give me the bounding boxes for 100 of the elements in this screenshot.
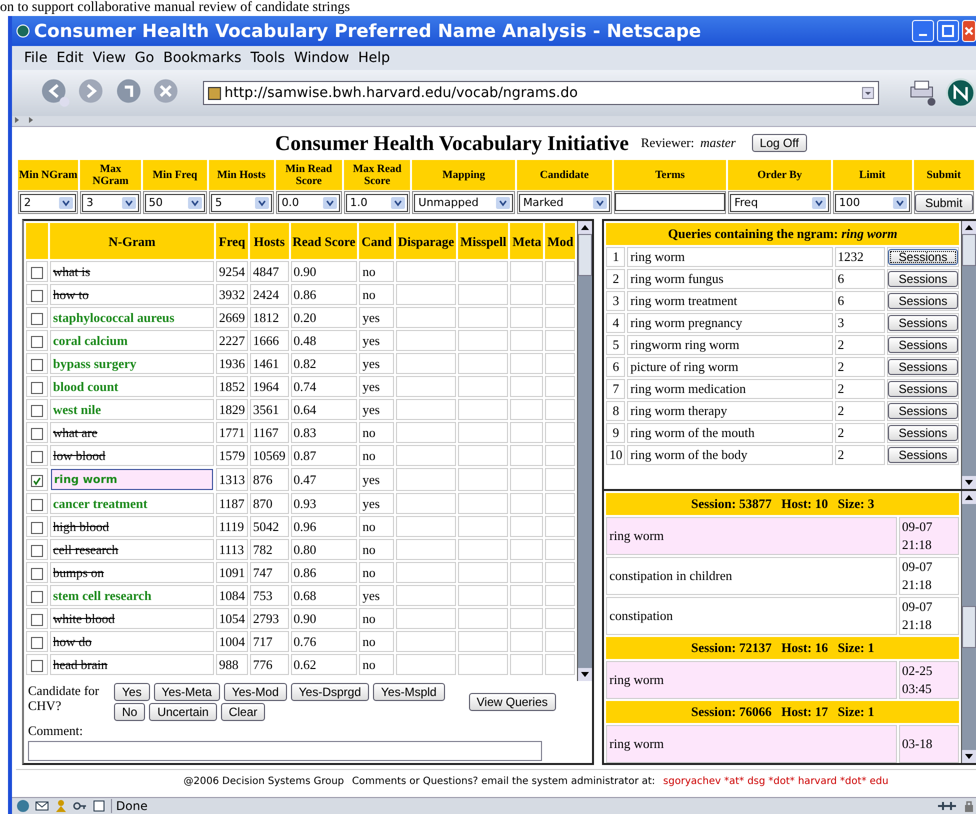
- ngram-cell[interactable]: low blood: [50, 445, 214, 466]
- review-button[interactable]: Yes-Mod: [224, 683, 287, 701]
- scroll-up-icon[interactable]: [962, 491, 976, 504]
- checkbox[interactable]: [31, 382, 43, 394]
- filter-dropdown[interactable]: 2: [20, 194, 76, 212]
- review-button[interactable]: Yes-Mspld: [373, 683, 445, 701]
- checkbox[interactable]: [31, 312, 43, 325]
- sessions-button[interactable]: Sessions: [888, 271, 958, 287]
- sessions-button[interactable]: Sessions: [888, 315, 958, 331]
- sessions-button[interactable]: Sessions: [888, 293, 958, 309]
- checkbox[interactable]: [31, 614, 43, 626]
- review-button[interactable]: Yes-Meta: [154, 683, 220, 701]
- scroll-up-icon[interactable]: [578, 221, 592, 234]
- checkbox[interactable]: [31, 290, 43, 302]
- filter-dropdown[interactable]: 3: [82, 194, 139, 212]
- comment-field[interactable]: [28, 741, 542, 761]
- ngram-cell[interactable]: cell research: [50, 539, 214, 560]
- email-link[interactable]: sgoryachev *at* dsg *dot* harvard *dot* edu: [663, 776, 888, 787]
- checkbox[interactable]: [31, 660, 43, 672]
- filter-dropdown[interactable]: 1.0: [346, 194, 408, 212]
- checkbox[interactable]: [31, 336, 43, 348]
- minimize-button[interactable]: [912, 20, 934, 42]
- sessions-button[interactable]: Sessions: [888, 403, 958, 419]
- close-button[interactable]: [962, 20, 976, 42]
- document-icon[interactable]: [92, 799, 106, 813]
- scroll-down-icon[interactable]: [962, 750, 976, 763]
- terms-field[interactable]: [614, 193, 726, 212]
- ngram-cell[interactable]: what are: [50, 422, 214, 443]
- filter-dropdown[interactable]: 100: [835, 194, 910, 212]
- menu-item[interactable]: Tools: [250, 50, 285, 66]
- log-off-button[interactable]: Log Off: [752, 134, 807, 152]
- checkbox[interactable]: [31, 636, 43, 649]
- menu-item[interactable]: Window: [294, 50, 350, 66]
- ngram-cell[interactable]: head brain: [50, 654, 214, 675]
- ngram-cell[interactable]: white blood: [50, 608, 214, 629]
- menu-item[interactable]: File: [24, 50, 48, 66]
- checkbox[interactable]: [31, 428, 43, 440]
- netscape-logo-icon[interactable]: [944, 77, 976, 109]
- view-queries-button[interactable]: View Queries: [468, 693, 556, 711]
- menu-item[interactable]: Help: [358, 50, 390, 66]
- ngram-cell[interactable]: blood count: [50, 376, 214, 397]
- scrollbar[interactable]: [577, 221, 592, 681]
- maximize-button[interactable]: [937, 20, 959, 42]
- scroll-down-icon[interactable]: [578, 668, 592, 681]
- review-button[interactable]: Uncertain: [149, 703, 217, 721]
- scroll-thumb[interactable]: [578, 234, 592, 276]
- dropdown-icon[interactable]: [862, 87, 874, 99]
- checkbox[interactable]: [31, 498, 43, 511]
- scrollbar[interactable]: [961, 221, 976, 489]
- checkbox[interactable]: [31, 266, 43, 279]
- filter-dropdown[interactable]: 0.0: [278, 194, 340, 212]
- ngram-cell[interactable]: how to: [50, 284, 214, 305]
- ngram-cell[interactable]: what is: [50, 261, 214, 282]
- scroll-thumb[interactable]: [962, 606, 976, 648]
- ngram-cell[interactable]: west nile: [50, 399, 214, 420]
- mail-icon[interactable]: [35, 799, 49, 813]
- sessions-button[interactable]: Sessions: [888, 425, 958, 441]
- menu-item[interactable]: Edit: [56, 50, 84, 66]
- ngram-cell[interactable]: ring worm: [51, 469, 213, 490]
- filter-dropdown[interactable]: Unmapped: [414, 194, 514, 212]
- review-button[interactable]: Yes: [114, 683, 150, 701]
- scrollbar[interactable]: [961, 491, 976, 763]
- ngram-cell[interactable]: stem cell research: [50, 585, 214, 606]
- filter-dropdown[interactable]: Freq: [730, 194, 830, 212]
- globe-icon[interactable]: [16, 799, 30, 813]
- sessions-button[interactable]: Sessions: [888, 381, 958, 397]
- address-field[interactable]: http://samwise.bwh.harvard.edu/vocab/ngrams.do: [203, 81, 880, 105]
- review-button[interactable]: No: [114, 703, 146, 721]
- ngram-cell[interactable]: how do: [50, 631, 214, 652]
- ngram-cell[interactable]: bumps on: [50, 562, 214, 583]
- sessions-button[interactable]: Sessions: [888, 359, 958, 375]
- back-icon[interactable]: [40, 77, 72, 109]
- ngram-cell[interactable]: high blood: [50, 516, 214, 537]
- sessions-button[interactable]: Sessions: [888, 447, 958, 463]
- review-button[interactable]: Clear: [220, 703, 266, 721]
- checkbox[interactable]: [31, 568, 43, 580]
- menu-item[interactable]: Bookmarks: [163, 50, 242, 66]
- ngram-cell[interactable]: coral calcium: [50, 330, 214, 351]
- sessions-button[interactable]: Sessions: [888, 337, 958, 353]
- filter-dropdown[interactable]: 5: [211, 194, 272, 212]
- ngram-cell[interactable]: bypass surgery: [50, 353, 214, 374]
- checkbox[interactable]: [31, 590, 43, 603]
- menu-item[interactable]: View: [92, 50, 126, 66]
- ngram-cell[interactable]: cancer treatment: [50, 493, 214, 514]
- checkbox[interactable]: [31, 522, 43, 534]
- checkbox[interactable]: [31, 404, 43, 417]
- scroll-up-icon[interactable]: [962, 221, 976, 234]
- checkbox[interactable]: [31, 358, 43, 371]
- review-button[interactable]: Yes-Dsprgd: [290, 683, 370, 701]
- submit-button[interactable]: Submit: [914, 194, 973, 212]
- checkbox[interactable]: [31, 544, 43, 557]
- sessions-button[interactable]: Sessions: [888, 249, 958, 265]
- scroll-down-icon[interactable]: [962, 476, 976, 489]
- menu-item[interactable]: Go: [134, 50, 154, 66]
- filter-dropdown[interactable]: Marked: [519, 194, 610, 212]
- scroll-thumb[interactable]: [962, 234, 976, 266]
- checkbox[interactable]: [31, 474, 43, 487]
- ngram-cell[interactable]: staphylococcal aureus: [50, 307, 214, 328]
- checkbox[interactable]: [31, 450, 43, 463]
- filter-dropdown[interactable]: 50: [144, 194, 206, 212]
